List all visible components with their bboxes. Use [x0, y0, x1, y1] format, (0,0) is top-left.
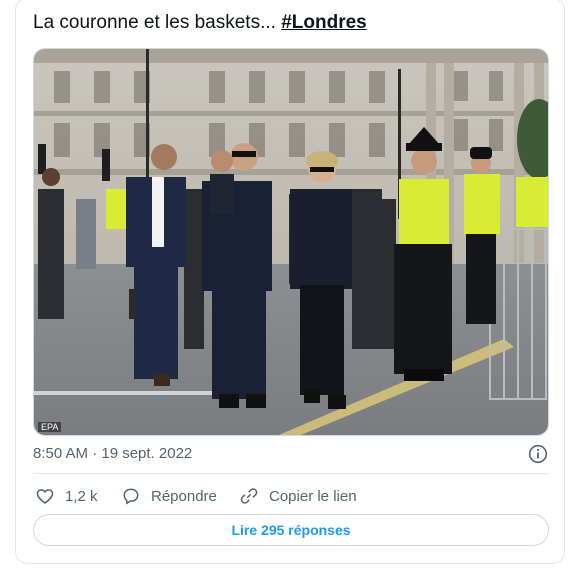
info-icon[interactable] — [528, 444, 548, 464]
heart-icon — [36, 489, 54, 504]
divider — [33, 473, 549, 474]
tweet-text: La couronne et les baskets... #Londres — [33, 11, 367, 35]
read-replies-button[interactable]: Lire 295 réponses — [33, 514, 549, 546]
reply-button[interactable]: Répondre — [121, 485, 217, 507]
like-button[interactable]: 1,2 k — [35, 485, 98, 507]
copy-link-button[interactable]: Copier le lien — [239, 485, 357, 507]
action-bar: 1,2 k Répondre Copier le lien — [33, 485, 553, 507]
copy-link-label: Copier le lien — [269, 487, 357, 505]
tweet-timestamp[interactable]: 8:50 AM · 19 sept. 2022 — [33, 445, 192, 462]
tweet-photo[interactable]: EPA — [33, 48, 549, 436]
tweet-card: La couronne et les baskets... #Londres E… — [15, 0, 565, 564]
link-icon — [240, 488, 258, 504]
like-count: 1,2 k — [65, 487, 98, 505]
tweet-text-body: La couronne et les baskets... — [33, 12, 282, 33]
speech-bubble-icon — [123, 488, 139, 505]
reply-label: Répondre — [151, 487, 217, 505]
photo-credit: EPA — [38, 422, 62, 432]
hashtag-link[interactable]: #Londres — [281, 12, 367, 33]
